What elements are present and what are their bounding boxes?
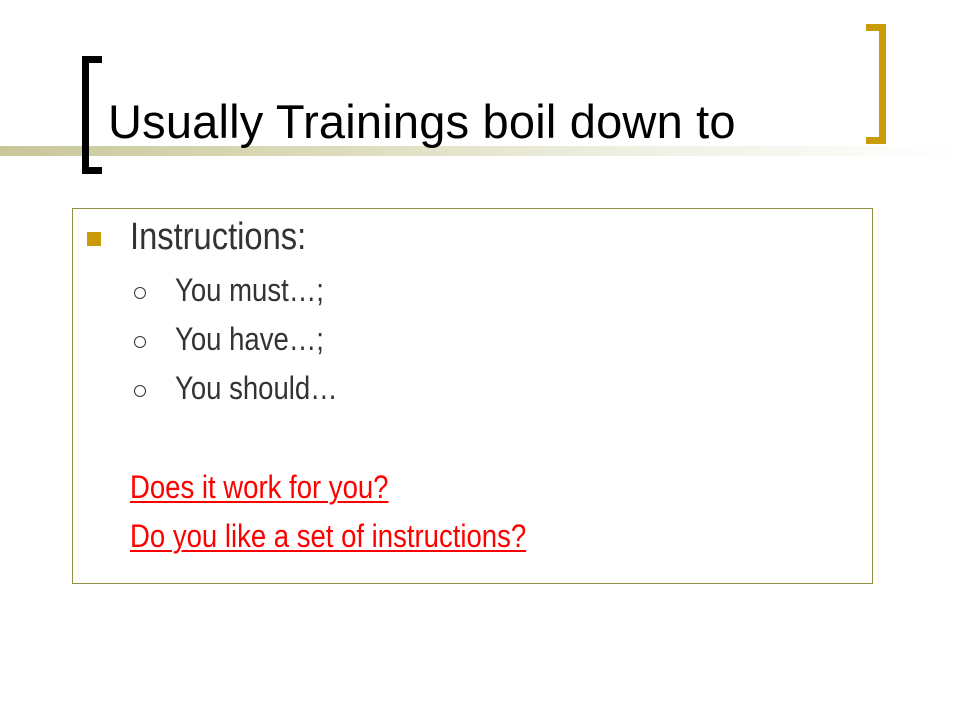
- right-bracket-decoration: [866, 24, 886, 144]
- link-do-you-like-instructions[interactable]: Do you like a set of instructions?: [130, 516, 526, 556]
- circle-bullet-icon: [134, 287, 146, 299]
- slide-title: Usually Trainings boil down to: [108, 95, 736, 148]
- link-does-it-work[interactable]: Does it work for you?: [130, 467, 388, 507]
- sub-bullet-item: You must…;: [175, 272, 324, 308]
- square-bullet-icon: [87, 232, 101, 246]
- circle-bullet-icon: [134, 385, 146, 397]
- sub-bullet-item: You have…;: [175, 321, 324, 357]
- bullet-instructions: Instructions:: [130, 216, 307, 258]
- left-bracket-decoration: [82, 56, 102, 174]
- circle-bullet-icon: [134, 336, 146, 348]
- slide: Usually Trainings boil down to Instructi…: [0, 0, 960, 720]
- sub-bullet-item: You should…: [175, 370, 338, 406]
